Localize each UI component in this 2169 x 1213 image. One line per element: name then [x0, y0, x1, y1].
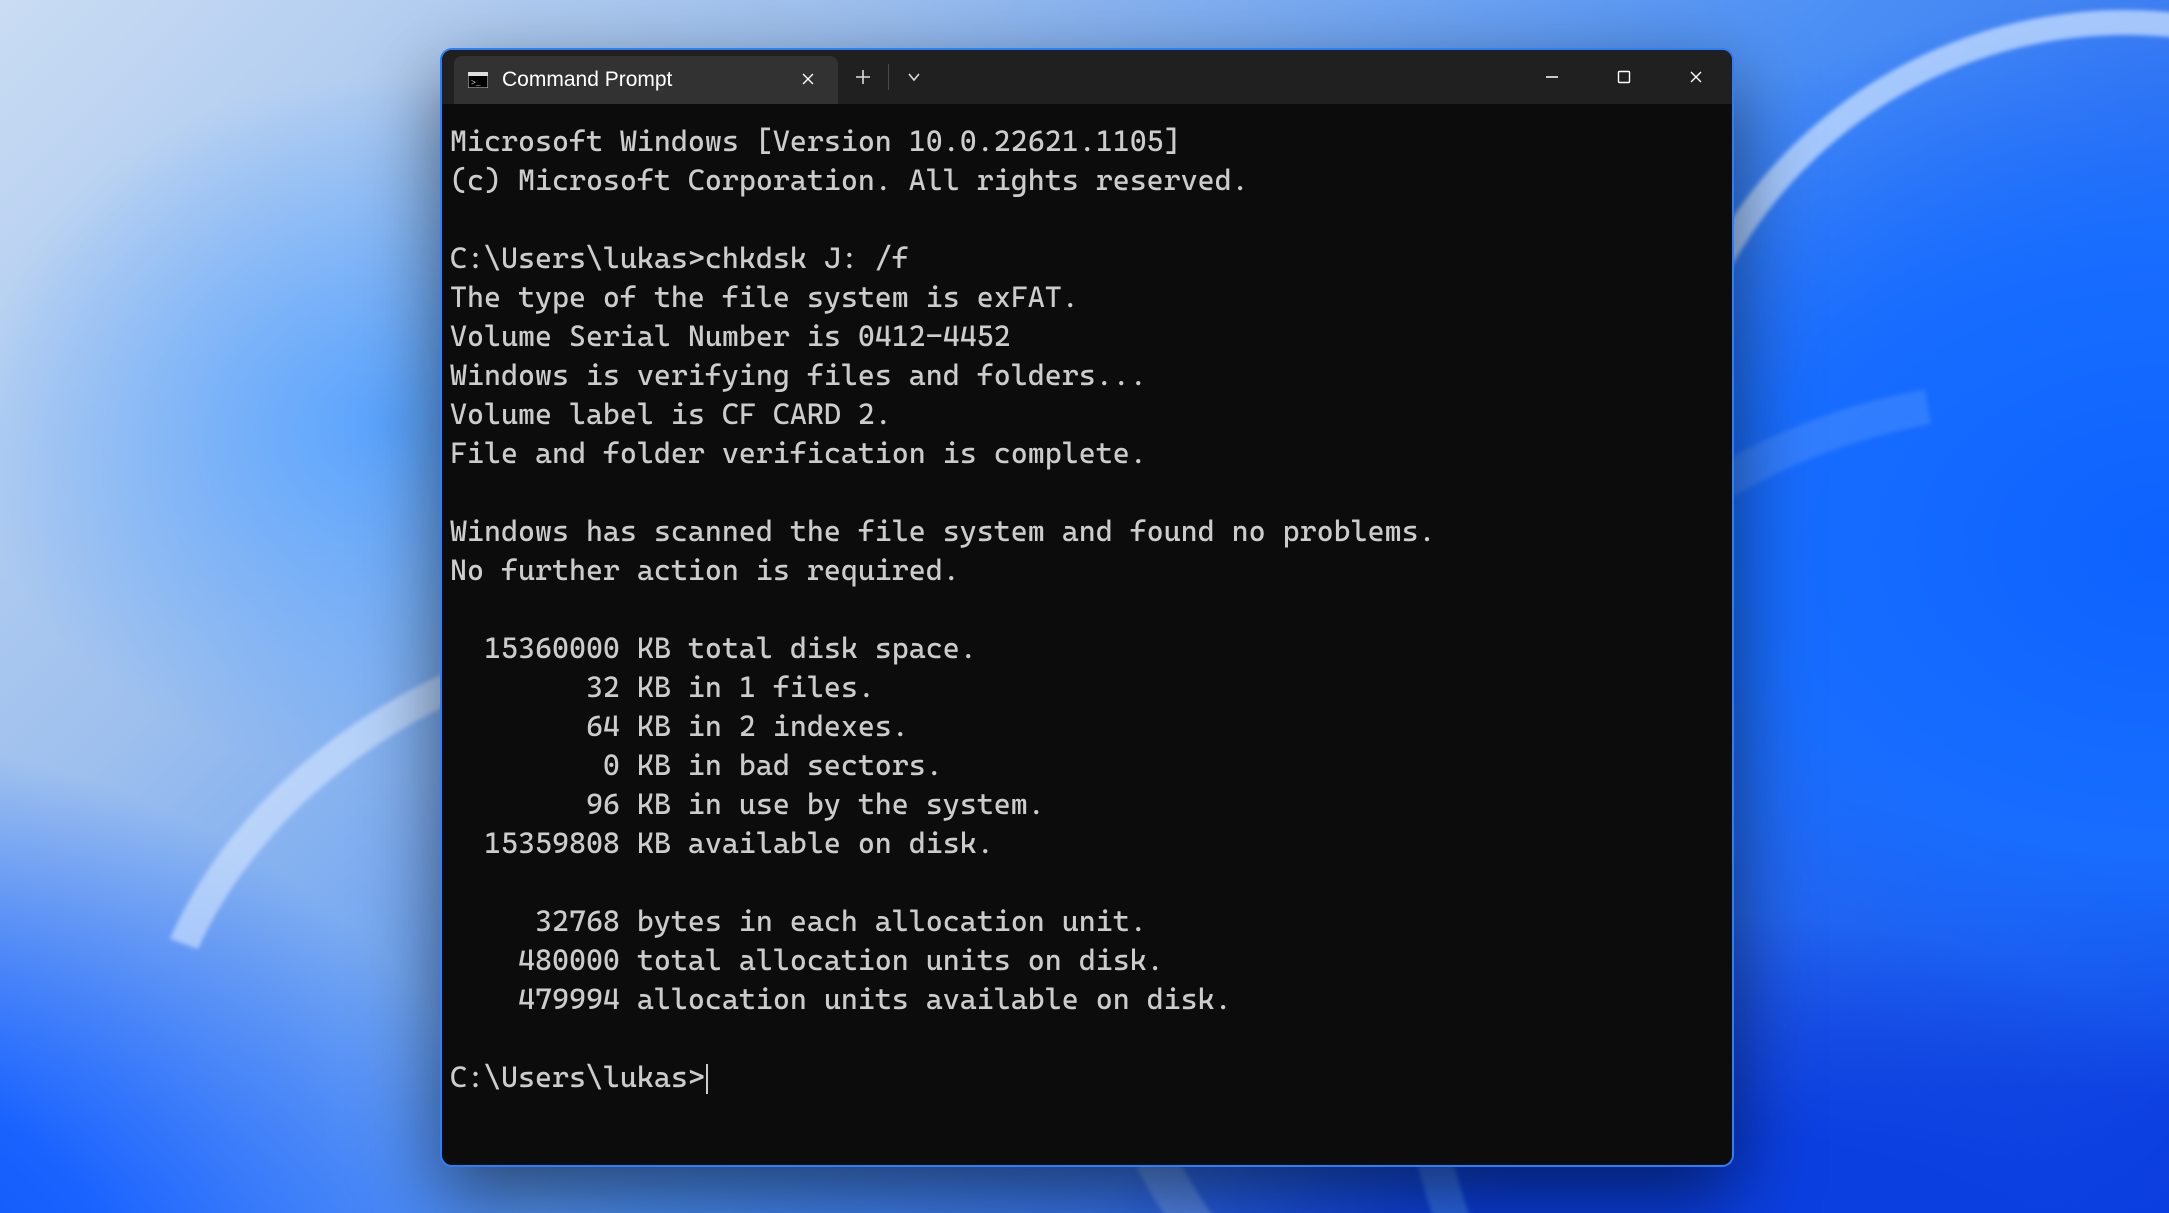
terminal-tab[interactable]: >_ Command Prompt	[454, 56, 838, 104]
minimize-button[interactable]	[1516, 50, 1588, 104]
titlebar-drag-region[interactable]	[939, 50, 1516, 104]
terminal-text: Microsoft Windows [Version 10.0.22621.11…	[450, 124, 1436, 1016]
tab-title: Command Prompt	[502, 68, 782, 92]
new-tab-button[interactable]	[838, 50, 888, 104]
command-prompt-icon: >_	[468, 72, 488, 88]
terminal-output[interactable]: Microsoft Windows [Version 10.0.22621.11…	[442, 104, 1732, 1165]
terminal-cursor	[706, 1064, 708, 1094]
terminal-window: >_ Command Prompt	[440, 48, 1734, 1167]
svg-text:>_: >_	[471, 79, 481, 88]
window-controls	[1516, 50, 1732, 104]
titlebar[interactable]: >_ Command Prompt	[442, 50, 1732, 104]
tab-actions	[838, 50, 939, 104]
terminal-prompt: C:\Users\lukas>	[450, 1060, 705, 1094]
tab-dropdown-button[interactable]	[889, 50, 939, 104]
tab-close-button[interactable]	[796, 70, 820, 91]
desktop-wallpaper: >_ Command Prompt	[0, 0, 2169, 1213]
maximize-button[interactable]	[1588, 50, 1660, 104]
close-button[interactable]	[1660, 50, 1732, 104]
